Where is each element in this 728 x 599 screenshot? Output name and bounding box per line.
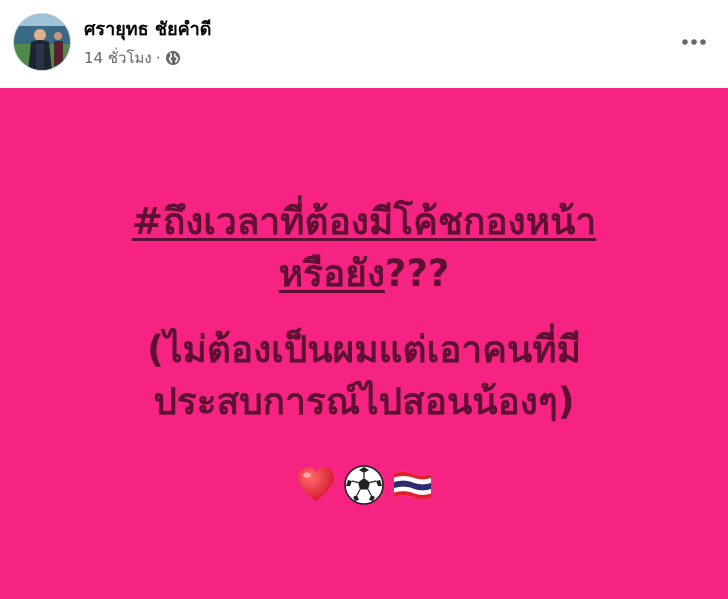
question-marks: ??? xyxy=(384,252,450,295)
soccer-ball-icon xyxy=(343,464,385,506)
meta-separator: · xyxy=(155,49,161,67)
post-meta: 14 ชั่วโมง · xyxy=(84,46,181,70)
hashtag-link-continued[interactable]: หรือยัง xyxy=(279,252,385,295)
post-line-3: (ไม่ต้องเป็นผมแต่เอาคนที่มี xyxy=(146,328,582,371)
heart-icon xyxy=(295,464,337,506)
post-text: #ถึงเวลาที่ต้องมีโค้ชกองหน้า หรือยัง??? … xyxy=(24,196,704,428)
more-options-button[interactable] xyxy=(674,22,714,58)
emoji-row xyxy=(0,464,728,506)
post-line-1: #ถึงเวลาที่ต้องมีโค้ชกองหน้า xyxy=(24,196,704,248)
post-timestamp[interactable]: 14 ชั่วโมง xyxy=(84,46,152,70)
thai-flag-icon xyxy=(391,464,433,506)
post-line-2: หรือยัง??? xyxy=(24,248,704,300)
post-header: ศรายุทธ ชัยคำดี 14 ชั่วโมง · xyxy=(0,0,728,88)
author-name[interactable]: ศรายุทธ ชัยคำดี xyxy=(84,14,211,43)
more-horizontal-icon xyxy=(681,31,707,50)
globe-icon[interactable] xyxy=(165,50,181,66)
post-line-4: ประสบการณ์ไปสอนน้องๆ) xyxy=(153,380,575,423)
hashtag-link[interactable]: #ถึงเวลาที่ต้องมีโค้ชกองหน้า xyxy=(132,200,596,243)
avatar[interactable] xyxy=(13,13,71,71)
post-background: #ถึงเวลาที่ต้องมีโค้ชกองหน้า หรือยัง??? … xyxy=(0,88,728,599)
